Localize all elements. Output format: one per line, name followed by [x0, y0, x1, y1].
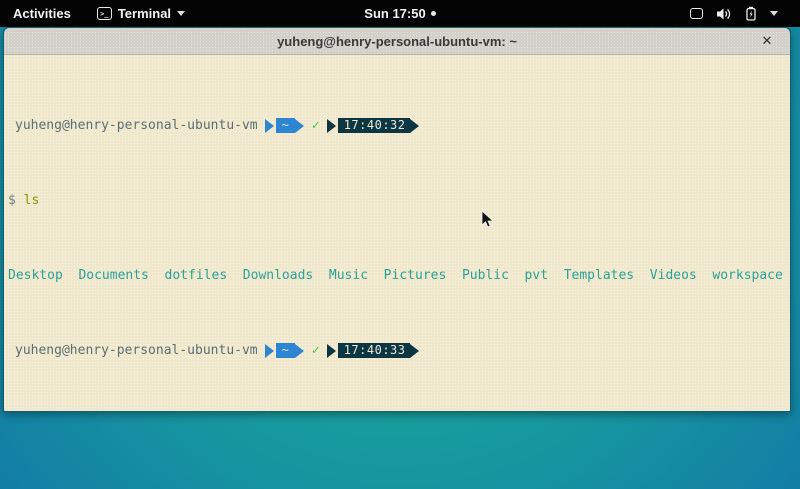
- volume-icon: [716, 7, 732, 21]
- prompt-time-segment: 17:40:32: [327, 118, 419, 133]
- top-bar: Activities >_ Terminal Sun 17:50: [0, 0, 800, 27]
- prompt-time-segment: 17:40:33: [327, 343, 419, 358]
- prompt-user-host: yuheng@henry-personal-ubuntu-vm: [15, 118, 258, 133]
- app-menu-label: Terminal: [118, 6, 171, 21]
- powerline-arrow-icon: [410, 119, 419, 133]
- prompt-path-segment: ~: [265, 343, 304, 358]
- prompt-path: ~: [276, 118, 295, 133]
- prompt-symbol: $: [8, 193, 16, 208]
- powerline-arrow-icon: [265, 344, 274, 358]
- powerline-arrow-icon: [327, 344, 336, 358]
- powerline-arrow-icon: [295, 344, 304, 358]
- powerline-arrow-icon: [410, 344, 419, 358]
- battery-charging-icon: [745, 6, 757, 21]
- powerline-arrow-icon: [327, 119, 336, 133]
- terminal-window: yuheng@henry-personal-ubuntu-vm: ~ ✕ yuh…: [3, 27, 791, 412]
- ls-output: Desktop Documents dotfiles Downloads Mus…: [8, 268, 788, 283]
- prompt-line: yuheng@henry-personal-ubuntu-vm ~ ✓ 17:4…: [8, 118, 788, 133]
- terminal-content[interactable]: yuheng@henry-personal-ubuntu-vm ~ ✓ 17:4…: [4, 55, 790, 412]
- app-menu-terminal[interactable]: >_ Terminal: [97, 6, 185, 21]
- screen-icon: [690, 8, 703, 19]
- terminal-app-icon: >_: [97, 7, 112, 20]
- powerline-arrow-icon: [265, 119, 274, 133]
- prompt-line: yuheng@henry-personal-ubuntu-vm ~ ✓ 17:4…: [8, 343, 788, 358]
- prompt-time: 17:40:32: [338, 118, 410, 133]
- desktop: Activities >_ Terminal Sun 17:50: [0, 0, 800, 489]
- prompt-path-segment: ~: [265, 118, 304, 133]
- window-title: yuheng@henry-personal-ubuntu-vm: ~: [277, 34, 517, 49]
- status-check-icon: ✓: [312, 343, 320, 358]
- chevron-down-icon: [177, 11, 185, 16]
- activities-button[interactable]: Activities: [13, 6, 71, 21]
- window-titlebar[interactable]: yuheng@henry-personal-ubuntu-vm: ~ ✕: [4, 28, 790, 55]
- chevron-down-icon: [770, 11, 778, 16]
- command-line: $ ls: [8, 193, 788, 208]
- prompt-time: 17:40:33: [338, 343, 410, 358]
- close-button[interactable]: ✕: [758, 32, 776, 50]
- notification-dot-icon: [431, 11, 436, 16]
- command-text: ls: [24, 193, 40, 208]
- status-check-icon: ✓: [312, 118, 320, 133]
- clock[interactable]: Sun 17:50: [364, 6, 425, 21]
- powerline-arrow-icon: [295, 119, 304, 133]
- prompt-user-host: yuheng@henry-personal-ubuntu-vm: [15, 343, 258, 358]
- status-area[interactable]: [690, 0, 778, 27]
- mouse-cursor-icon: [481, 210, 495, 230]
- prompt-path: ~: [276, 343, 295, 358]
